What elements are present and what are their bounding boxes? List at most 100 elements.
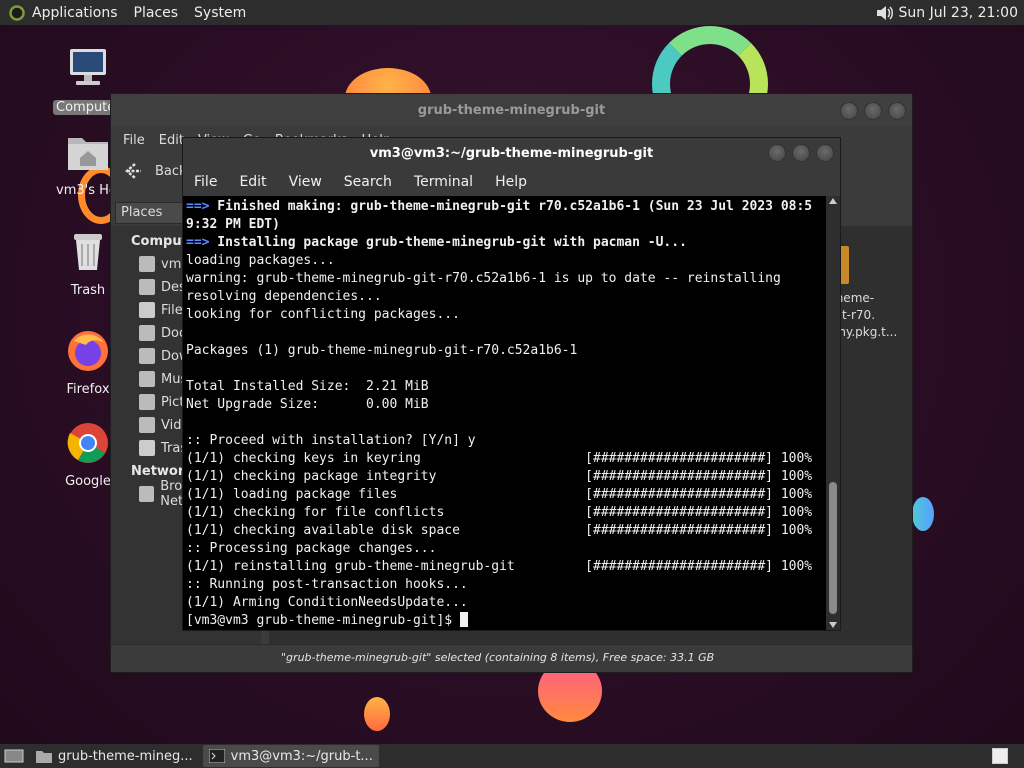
terminal-line: looking for conflicting packages... bbox=[186, 306, 827, 324]
terminal-titlebar[interactable]: vm3@vm3:~/grub-theme-minegrub-git bbox=[183, 138, 840, 168]
chrome-icon bbox=[67, 423, 108, 463]
taskbar-item-file-manager[interactable]: grub-theme-mineg... bbox=[30, 745, 199, 767]
terminal-line-text: Net Upgrade Size: 0.00 MiB bbox=[186, 397, 429, 412]
menu-places[interactable]: Places bbox=[134, 5, 179, 21]
terminal-line-text: :: Running post-transaction hooks... bbox=[186, 577, 468, 592]
terminal-output[interactable]: ==> Finished making: grub-theme-minegrub… bbox=[185, 198, 827, 630]
terminal-prompt-line[interactable]: [vm3@vm3 grub-theme-minegrub-git]$ bbox=[186, 612, 827, 630]
terminal-line bbox=[186, 414, 827, 432]
computer-icon bbox=[70, 49, 106, 85]
term-menu-help[interactable]: Help bbox=[495, 174, 527, 190]
terminal-line-text: (1/1) loading package files [###########… bbox=[186, 487, 813, 502]
pictures-folder-icon bbox=[139, 394, 155, 410]
show-desktop-icon[interactable] bbox=[4, 748, 24, 764]
downloads-folder-icon bbox=[139, 348, 155, 364]
scroll-up-icon[interactable] bbox=[829, 198, 837, 204]
terminal-scrollbar[interactable] bbox=[826, 196, 840, 630]
task-label: vm3@vm3:~/grub-t... bbox=[230, 748, 373, 764]
home-icon bbox=[139, 256, 155, 272]
workspace-switcher[interactable] bbox=[992, 748, 1008, 764]
wallpaper-teal-blob bbox=[912, 497, 934, 531]
minimize-button[interactable] bbox=[768, 144, 786, 162]
network-icon bbox=[139, 486, 155, 502]
status-text: "grub-theme-minegrub-git" selected (cont… bbox=[281, 651, 715, 664]
terminal-line-text: resolving dependencies... bbox=[186, 289, 382, 304]
terminal-line-text: (1/1) checking for file conflicts [#####… bbox=[186, 505, 813, 520]
file-name-line: git-r70. bbox=[831, 308, 876, 322]
terminal-line: (1/1) Arming ConditionNeedsUpdate... bbox=[186, 594, 827, 612]
terminal-menubar: File Edit View Search Terminal Help bbox=[183, 168, 840, 196]
videos-folder-icon bbox=[139, 417, 155, 433]
terminal-line-text: :: Processing package changes... bbox=[186, 541, 437, 556]
terminal-line: (1/1) checking available disk space [###… bbox=[186, 522, 827, 540]
terminal-line-text: (1/1) reinstalling grub-theme-minegrub-g… bbox=[186, 559, 813, 574]
terminal-line-text: (1/1) checking keys in keyring [########… bbox=[186, 451, 813, 466]
terminal-line bbox=[186, 360, 827, 378]
desktop-icon-label: Google bbox=[65, 474, 111, 489]
terminal-line-text bbox=[186, 415, 194, 430]
maximize-button[interactable] bbox=[792, 144, 810, 162]
terminal-line-text: :: Proceed with installation? [Y/n] y bbox=[186, 433, 476, 448]
terminal-line: (1/1) checking for file conflicts [#####… bbox=[186, 504, 827, 522]
file-item-package[interactable]: theme- git-r70. any.pkg.t... bbox=[831, 290, 901, 341]
clock[interactable]: Sun Jul 23, 21:00 bbox=[899, 5, 1019, 21]
terminal-line-text bbox=[186, 361, 194, 376]
terminal-line-text: 9:32 PM EDT) bbox=[186, 217, 280, 232]
minimize-button[interactable] bbox=[840, 101, 858, 120]
terminal-line: loading packages... bbox=[186, 252, 827, 270]
terminal-icon bbox=[208, 749, 225, 763]
trash-icon bbox=[139, 440, 155, 456]
folder-icon bbox=[36, 751, 52, 763]
term-menu-edit[interactable]: Edit bbox=[239, 174, 266, 190]
scrollbar-thumb[interactable] bbox=[829, 482, 837, 614]
terminal-line: (1/1) checking keys in keyring [########… bbox=[186, 450, 827, 468]
file-manager-titlebar[interactable]: grub-theme-minegrub-git bbox=[111, 94, 912, 127]
terminal-line-text: Packages (1) grub-theme-minegrub-git-r70… bbox=[186, 343, 578, 358]
terminal-line-text: (1/1) checking available disk space [###… bbox=[186, 523, 813, 538]
term-menu-view[interactable]: View bbox=[289, 174, 322, 190]
terminal-line: ==> Installing package grub-theme-minegr… bbox=[186, 234, 827, 252]
terminal-line: (1/1) checking package integrity [######… bbox=[186, 468, 827, 486]
term-menu-file[interactable]: File bbox=[194, 174, 217, 190]
maximize-button[interactable] bbox=[864, 101, 882, 120]
term-menu-search[interactable]: Search bbox=[344, 174, 392, 190]
window-title: grub-theme-minegrub-git bbox=[417, 103, 606, 118]
file-name-line: theme- bbox=[831, 291, 875, 305]
terminal-line: ==> Finished making: grub-theme-minegrub… bbox=[186, 198, 827, 216]
close-button[interactable] bbox=[888, 101, 906, 120]
volume-icon[interactable] bbox=[875, 4, 893, 22]
prompt-arrow: ==> bbox=[186, 199, 210, 214]
home-folder-icon bbox=[68, 138, 108, 170]
terminal-line-text bbox=[186, 325, 194, 340]
task-label: grub-theme-mineg... bbox=[58, 748, 193, 764]
terminal-line-text: looking for conflicting packages... bbox=[186, 307, 460, 322]
fm-menu-edit[interactable]: Edit bbox=[159, 133, 184, 148]
close-button[interactable] bbox=[816, 144, 834, 162]
terminal-line: 9:32 PM EDT) bbox=[186, 216, 827, 234]
terminal-line: Total Installed Size: 2.21 MiB bbox=[186, 378, 827, 396]
taskbar-item-terminal[interactable]: vm3@vm3:~/grub-t... bbox=[202, 745, 379, 767]
scroll-down-icon[interactable] bbox=[829, 622, 837, 628]
file-name-line: any.pkg.t... bbox=[831, 325, 898, 339]
wallpaper-small-blob bbox=[364, 697, 390, 731]
terminal-line-text: Installing package grub-theme-minegrub-g… bbox=[209, 235, 687, 250]
menu-applications[interactable]: Applications bbox=[32, 5, 118, 21]
bottom-panel: grub-theme-mineg... vm3@vm3:~/grub-t... bbox=[0, 744, 1024, 768]
terminal-line: :: Proceed with installation? [Y/n] y bbox=[186, 432, 827, 450]
back-arrow-icon[interactable] bbox=[123, 160, 145, 182]
desktop-icon-label: Firefox bbox=[66, 382, 110, 397]
trash-icon bbox=[74, 234, 102, 270]
mate-logo-icon[interactable] bbox=[8, 3, 26, 22]
desktop-folder-icon bbox=[139, 279, 155, 295]
desktop-icon-label: Trash bbox=[70, 283, 106, 298]
terminal-line: (1/1) loading package files [###########… bbox=[186, 486, 827, 504]
terminal-line: (1/1) reinstalling grub-theme-minegrub-g… bbox=[186, 558, 827, 576]
terminal-line: :: Running post-transaction hooks... bbox=[186, 576, 827, 594]
terminal-line-text: warning: grub-theme-minegrub-git-r70.c52… bbox=[186, 271, 781, 286]
terminal-line: :: Processing package changes... bbox=[186, 540, 827, 558]
window-title: vm3@vm3:~/grub-theme-minegrub-git bbox=[369, 145, 654, 161]
terminal-line-text: (1/1) Arming ConditionNeedsUpdate... bbox=[186, 595, 468, 610]
term-menu-terminal[interactable]: Terminal bbox=[414, 174, 473, 190]
menu-system[interactable]: System bbox=[194, 5, 246, 21]
fm-menu-file[interactable]: File bbox=[123, 133, 145, 148]
